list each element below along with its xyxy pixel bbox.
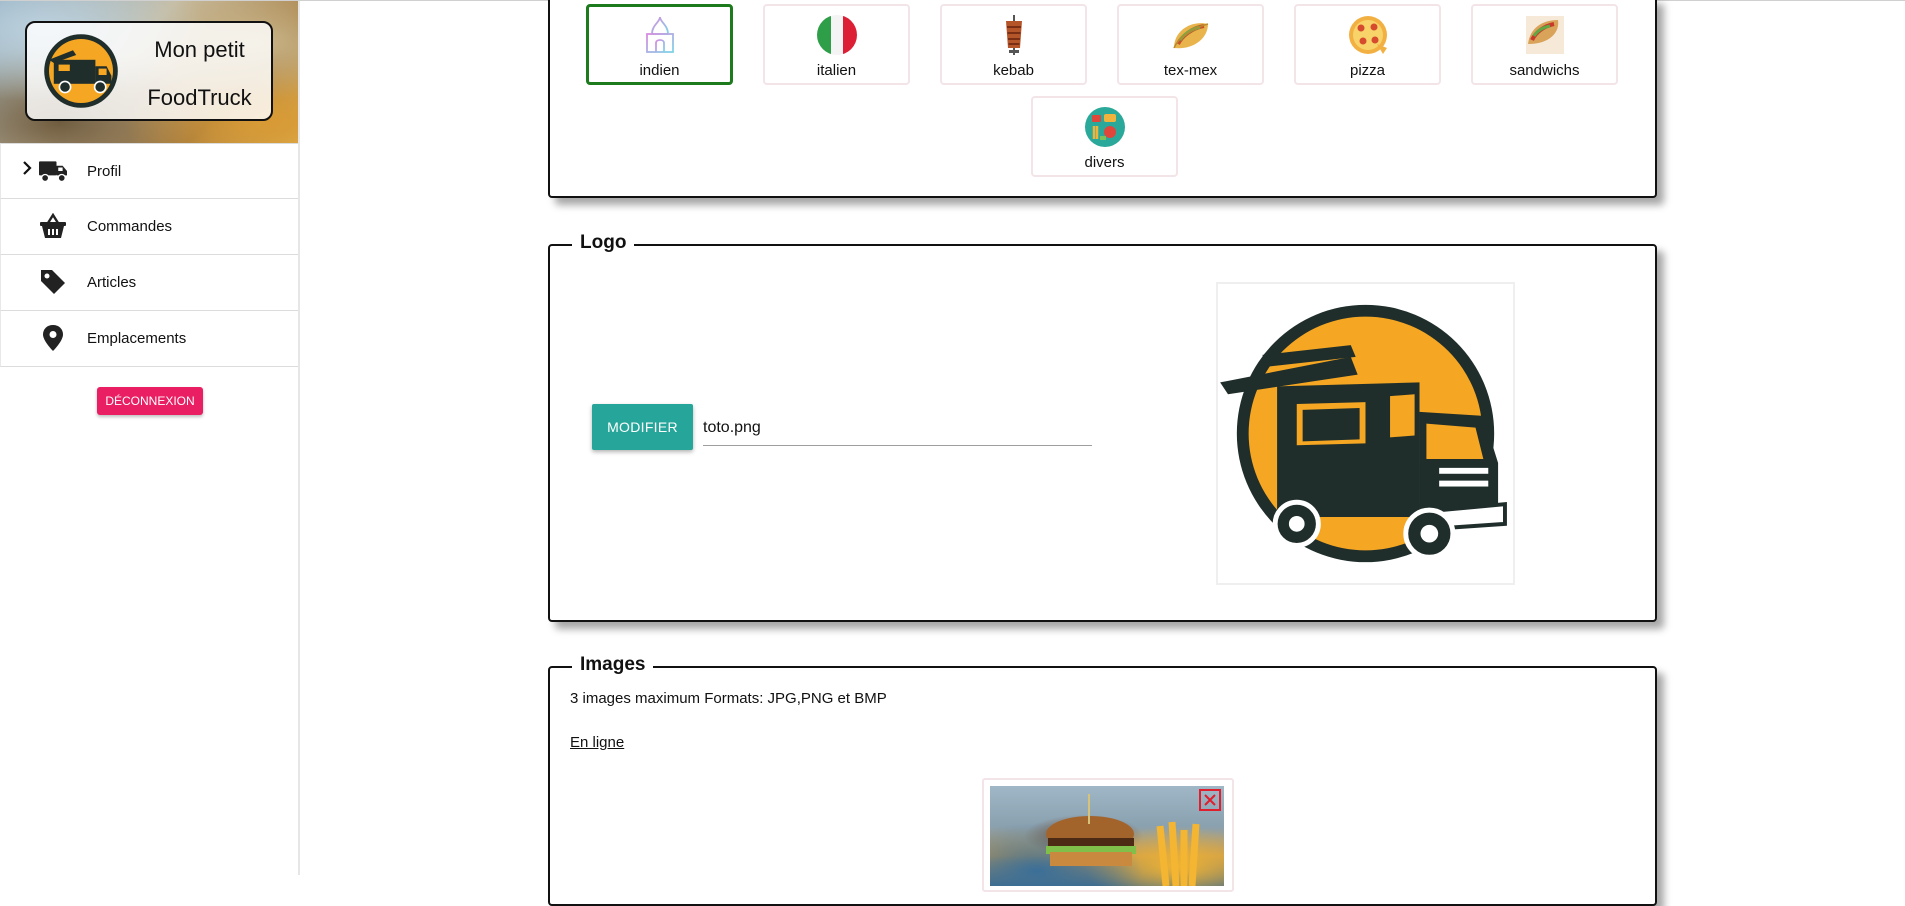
sidebar-item-commandes[interactable]: Commandes (0, 199, 298, 255)
category-indien[interactable]: indien (586, 4, 733, 85)
logo-preview-frame (1216, 282, 1515, 585)
pizza-icon (1348, 16, 1387, 54)
category-pizza[interactable]: pizza (1294, 4, 1441, 85)
brand-banner: Mon petit FoodTruck (0, 1, 298, 143)
sidebar-item-label: Articles (87, 274, 137, 291)
category-divers[interactable]: divers (1031, 96, 1178, 177)
burger-photo (990, 786, 1224, 887)
images-format-hint: 3 images maximum Formats: JPG,PNG et BMP (570, 690, 887, 707)
category-kebab[interactable]: kebab (940, 4, 1087, 85)
taj-mahal-icon (639, 16, 680, 53)
category-label: divers (1084, 154, 1125, 171)
category-sandwichs[interactable]: sandwichs (1471, 4, 1618, 85)
sidebar-item-label: Commandes (87, 218, 173, 235)
brand-name-line-2: FoodTruck (147, 85, 252, 110)
sidebar-item-label: Emplacements (87, 330, 187, 347)
logo-section-title: Logo (572, 232, 635, 254)
foodtruck-logo-icon (44, 34, 118, 108)
categories-section: indien italien kebab tex-mex pizza sandw… (548, 0, 1657, 198)
modify-logo-button[interactable]: MODIFIER (592, 404, 693, 450)
category-italien[interactable]: italien (763, 4, 910, 85)
logo-file-path-field[interactable] (703, 410, 1092, 446)
category-label: indien (639, 62, 680, 79)
map-pin-icon (43, 325, 63, 351)
sidebar-item-articles[interactable]: Articles (0, 255, 298, 311)
truck-icon (39, 161, 67, 183)
brand-name-line-1: Mon petit (154, 37, 245, 62)
sandwich-icon (1525, 16, 1564, 54)
category-label: tex-mex (1163, 62, 1218, 79)
image-thumbnail-card[interactable] (982, 778, 1234, 892)
brand-card[interactable]: Mon petit FoodTruck (25, 21, 273, 121)
taco-icon (1172, 23, 1208, 49)
sidebar-item-emplacements[interactable]: Emplacements (0, 311, 298, 367)
burger-illustration-icon (1046, 794, 1200, 887)
logout-button[interactable]: DÉCONNEXION (97, 387, 203, 415)
images-section: Images 3 images maximum Formats: JPG,PNG… (548, 654, 1657, 906)
sidebar: Mon petit FoodTruck Profil Commandes Art… (0, 1, 300, 875)
category-label: pizza (1349, 62, 1386, 79)
italy-flag-icon (816, 15, 857, 55)
category-label: italien (816, 62, 857, 79)
logo-section: Logo MODIFIER (548, 232, 1657, 622)
foodtruck-logo-preview-icon (1220, 304, 1507, 563)
images-section-title: Images (572, 654, 654, 676)
sidebar-nav: Profil Commandes Articles Emplacements (0, 143, 298, 367)
category-tex-mex[interactable]: tex-mex (1117, 4, 1264, 85)
kebab-icon (1005, 15, 1022, 55)
category-label: sandwichs (1509, 62, 1580, 79)
sidebar-item-profil[interactable]: Profil (0, 143, 298, 199)
mixed-food-icon (1084, 107, 1125, 147)
delete-image-icon[interactable] (1198, 788, 1222, 812)
online-link[interactable]: En ligne (570, 734, 624, 751)
sidebar-item-label: Profil (87, 163, 122, 180)
category-label: kebab (993, 62, 1034, 79)
basket-icon (40, 213, 66, 238)
chevron-right-icon (23, 161, 32, 175)
tag-icon (41, 270, 65, 294)
